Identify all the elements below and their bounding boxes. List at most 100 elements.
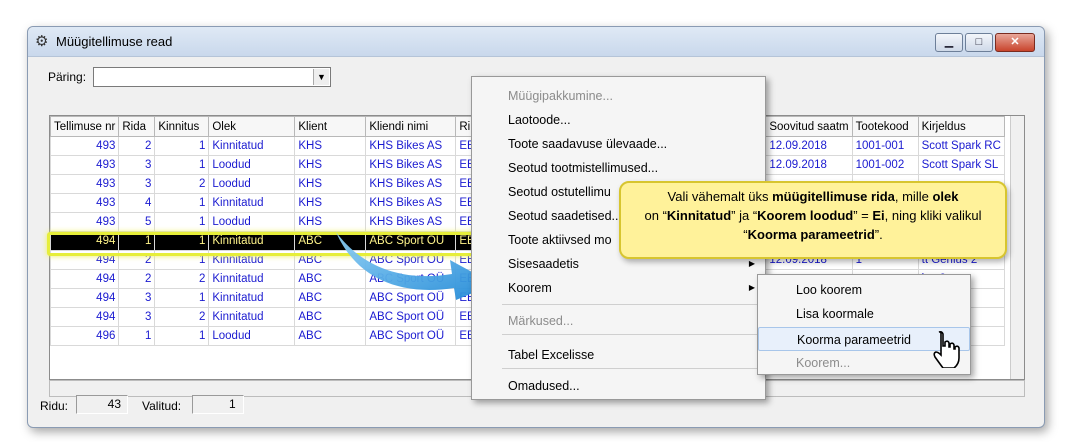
menu-item[interactable]: Seotud tootmistellimused... [472,156,765,180]
menu-item[interactable]: Laotoode... [472,108,765,132]
submenu-item[interactable]: Lisa koormale [758,302,970,326]
menu-item-label: Sisesaadetis [508,257,579,271]
table-cell: Loodud [208,174,296,194]
table-cell: 494 [50,269,120,289]
callout-text: ”. [874,227,883,242]
column-header-state[interactable]: Olek [208,116,296,137]
table-cell: 493 [50,212,120,232]
callout-text: Vali vähemalt üks [667,189,773,204]
table-cell: 1 [118,326,156,346]
table-cell: 2 [154,269,210,289]
callout-bold: Koorma parameetrid [747,227,875,242]
selected-count-value: 1 [192,395,244,414]
callout-text: ” ja “ [731,208,758,223]
table-cell: 3 [118,174,156,194]
table-cell: 1 [154,193,210,213]
maximize-button[interactable]: □ [965,33,993,52]
table-cell: 2 [118,250,156,270]
menu-item-label: Toote aktiivsed mo [508,233,612,247]
menu-item-label: Seotud tootmistellimused... [508,161,659,175]
table-cell: Kinnitatud [208,193,296,213]
table-cell: 2 [118,136,156,156]
column-header-requested-date[interactable]: Soovitud saatm [765,116,853,137]
menu-item[interactable]: Toote saadavuse ülevaade... [472,132,765,156]
table-cell: Kinnitatud [208,250,296,270]
chevron-down-icon[interactable]: ▼ [313,69,329,85]
table-cell: KHS Bikes AS [365,193,457,213]
column-header-product-code[interactable]: Tootekood [851,116,919,137]
table-cell: 494 [50,250,120,270]
callout-bold: Kinnitatud [666,208,732,223]
table-cell: 494 [50,288,120,308]
column-header-row[interactable]: Rida [118,116,156,137]
table-cell: Kinnitatud [208,269,296,289]
table-cell: Loodud [208,326,296,346]
table-cell: 1001-001 [851,136,919,156]
submenu-item[interactable]: Loo koorem [758,278,970,302]
table-cell: Scott Spark SL [917,155,1005,175]
menu-item-label: Koorem [508,281,552,295]
selected-count-label: Valitud: [142,399,182,413]
table-cell: Kinnitatud [208,307,296,327]
table-cell: 3 [118,307,156,327]
menu-item-label: Seotud saadetised... [508,209,622,223]
table-cell: 493 [50,136,120,156]
column-header-client-name[interactable]: Kliendi nimi [365,116,457,137]
menu-item[interactable]: Koorem ▶ [472,276,765,300]
table-cell: ABC Sport OÜ [365,307,457,327]
menu-item[interactable]: Müügipakkumine... [472,84,765,108]
menu-item-label: Omadused... [508,379,580,393]
table-cell: 2 [154,307,210,327]
window-app-icon: ⚙ [35,33,49,50]
table-cell: KHS [294,174,367,194]
rows-count-value: 43 [76,395,128,414]
menu-separator [502,304,764,305]
callout-text: , mille [894,189,933,204]
callout-bold: olek [932,189,959,204]
menu-item-label: Märkused... [508,314,574,328]
column-header-order-no[interactable]: Tellimuse nr [50,116,120,137]
menu-item[interactable]: Märkused... [472,309,765,333]
table-cell: KHS [294,193,367,213]
table-cell: Loodud [208,212,296,232]
table-cell: 493 [50,193,120,213]
query-label: Päring: [48,70,87,84]
table-cell: 12.09.2018 [765,136,853,156]
query-select[interactable]: ▼ [93,67,331,87]
table-cell: 1 [154,326,210,346]
vertical-scrollbar[interactable] [1010,116,1024,379]
table-cell: Kinnitatud [208,136,296,156]
submenu-arrow-icon: ▶ [748,283,755,292]
table-cell: Kinnitatud [208,231,296,251]
minimize-button[interactable]: ▁ [935,33,963,52]
menu-item-label: Tabel Excelisse [508,348,595,362]
table-cell: 1 [154,212,210,232]
table-cell: KHS Bikes AS [365,136,457,156]
table-cell: 12.09.2018 [765,155,853,175]
table-cell: ABC Sport OÜ [365,326,457,346]
table-cell: KHS Bikes AS [365,155,457,175]
title-bar[interactable]: ⚙ Müügitellimuse read ▁ □ ✕ [28,27,1044,57]
column-header-client[interactable]: Klient [294,116,367,137]
hand-cursor-icon [933,330,960,368]
table-cell: 494 [50,231,120,251]
table-cell: 1001-002 [851,155,919,175]
menu-separator [502,368,764,369]
menu-item[interactable]: Omadused... [472,374,765,398]
table-cell: 1 [154,155,210,175]
column-header-description[interactable]: Kirjeldus [917,116,1005,137]
table-cell: KHS [294,136,367,156]
table-cell: 494 [50,307,120,327]
table-cell: ABC [294,307,367,327]
table-cell: 4 [118,193,156,213]
table-cell: 2 [154,174,210,194]
menu-item[interactable]: Tabel Excelisse [472,343,765,367]
table-cell: 3 [118,155,156,175]
table-cell: ABC [294,326,367,346]
close-button[interactable]: ✕ [995,33,1035,52]
callout-bold: Ei [872,208,885,223]
column-header-confirmation[interactable]: Kinnitus [154,116,210,137]
menu-item-label: Müügipakkumine... [508,89,613,103]
table-cell: 2 [118,269,156,289]
callout-bold: müügitellimuse rida [772,189,895,204]
